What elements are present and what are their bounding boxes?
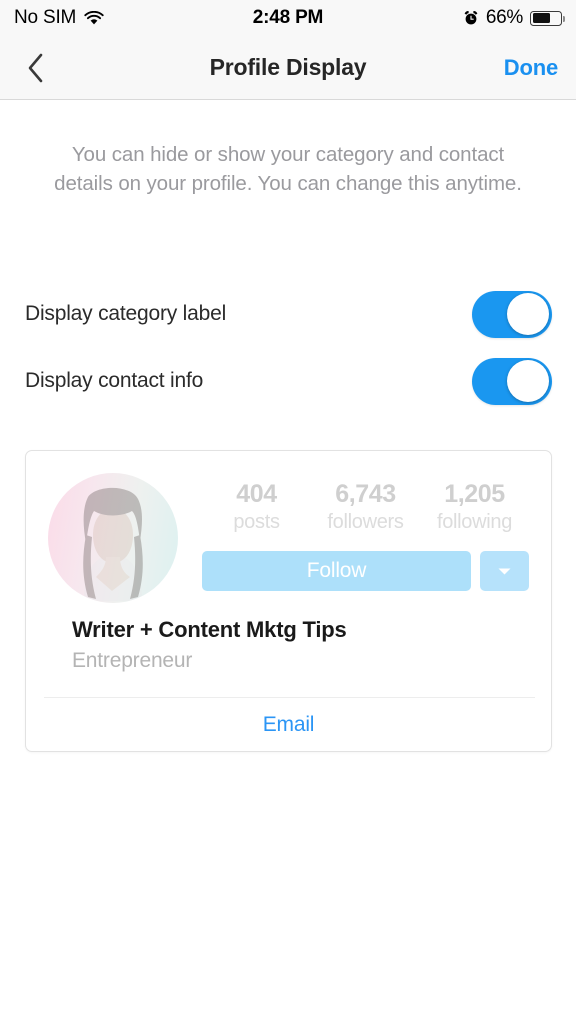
setting-label: Display category label xyxy=(25,302,227,325)
preview-card-right: 404 posts 6,743 followers 1,205 followin… xyxy=(178,473,529,603)
profile-preview-card: 404 posts 6,743 followers 1,205 followin… xyxy=(25,450,552,752)
follow-button[interactable]: Follow xyxy=(202,551,471,591)
stat-followers[interactable]: 6,743 followers xyxy=(311,479,420,535)
profile-options-dropdown-button[interactable] xyxy=(480,551,529,591)
stat-value: 404 xyxy=(236,480,277,508)
stat-posts[interactable]: 404 posts xyxy=(202,479,311,535)
toggle-display-contact-info[interactable] xyxy=(472,357,552,405)
profile-category: Entrepreneur xyxy=(72,649,193,672)
page-title: Profile Display xyxy=(209,54,367,80)
toggle-display-category-label[interactable] xyxy=(472,290,552,338)
setting-row-display-contact-info: Display contact info xyxy=(25,357,552,405)
stat-value: 1,205 xyxy=(444,480,505,508)
battery-percent-label: 66% xyxy=(485,7,523,28)
stat-following[interactable]: 1,205 following xyxy=(420,479,529,535)
stat-label: posts xyxy=(233,511,280,533)
toggle-knob xyxy=(507,360,549,402)
battery-icon xyxy=(530,10,565,26)
stat-label: followers xyxy=(327,511,404,533)
avatar xyxy=(48,473,178,603)
description-text: You can hide or show your category and c… xyxy=(54,143,522,195)
setting-label: Display contact info xyxy=(25,369,204,392)
preview-card-top: 404 posts 6,743 followers 1,205 followin… xyxy=(26,451,551,603)
card-divider xyxy=(44,697,535,698)
email-button[interactable]: Email xyxy=(26,713,551,737)
setting-row-display-category-label: Display category label xyxy=(25,290,552,338)
stat-value: 6,743 xyxy=(335,480,396,508)
profile-name: Writer + Content Mktg Tips xyxy=(72,617,347,642)
profile-actions: Follow xyxy=(202,551,529,591)
navigation-bar: Profile Display Done xyxy=(0,36,576,100)
stat-label: following xyxy=(436,511,513,533)
status-bar: No SIM 2:48 PM 66% xyxy=(0,0,576,36)
profile-stats: 404 posts 6,743 followers 1,205 followin… xyxy=(202,479,529,535)
profile-display-screen: No SIM 2:48 PM 66% Profile Display Done … xyxy=(0,0,576,1024)
status-bar-right: 66% xyxy=(463,7,565,29)
profile-avatar-illustration xyxy=(83,487,143,601)
chevron-down-icon xyxy=(498,568,511,574)
alarm-clock-icon xyxy=(464,10,478,25)
done-button[interactable]: Done xyxy=(504,36,558,100)
toggle-knob xyxy=(507,293,549,335)
